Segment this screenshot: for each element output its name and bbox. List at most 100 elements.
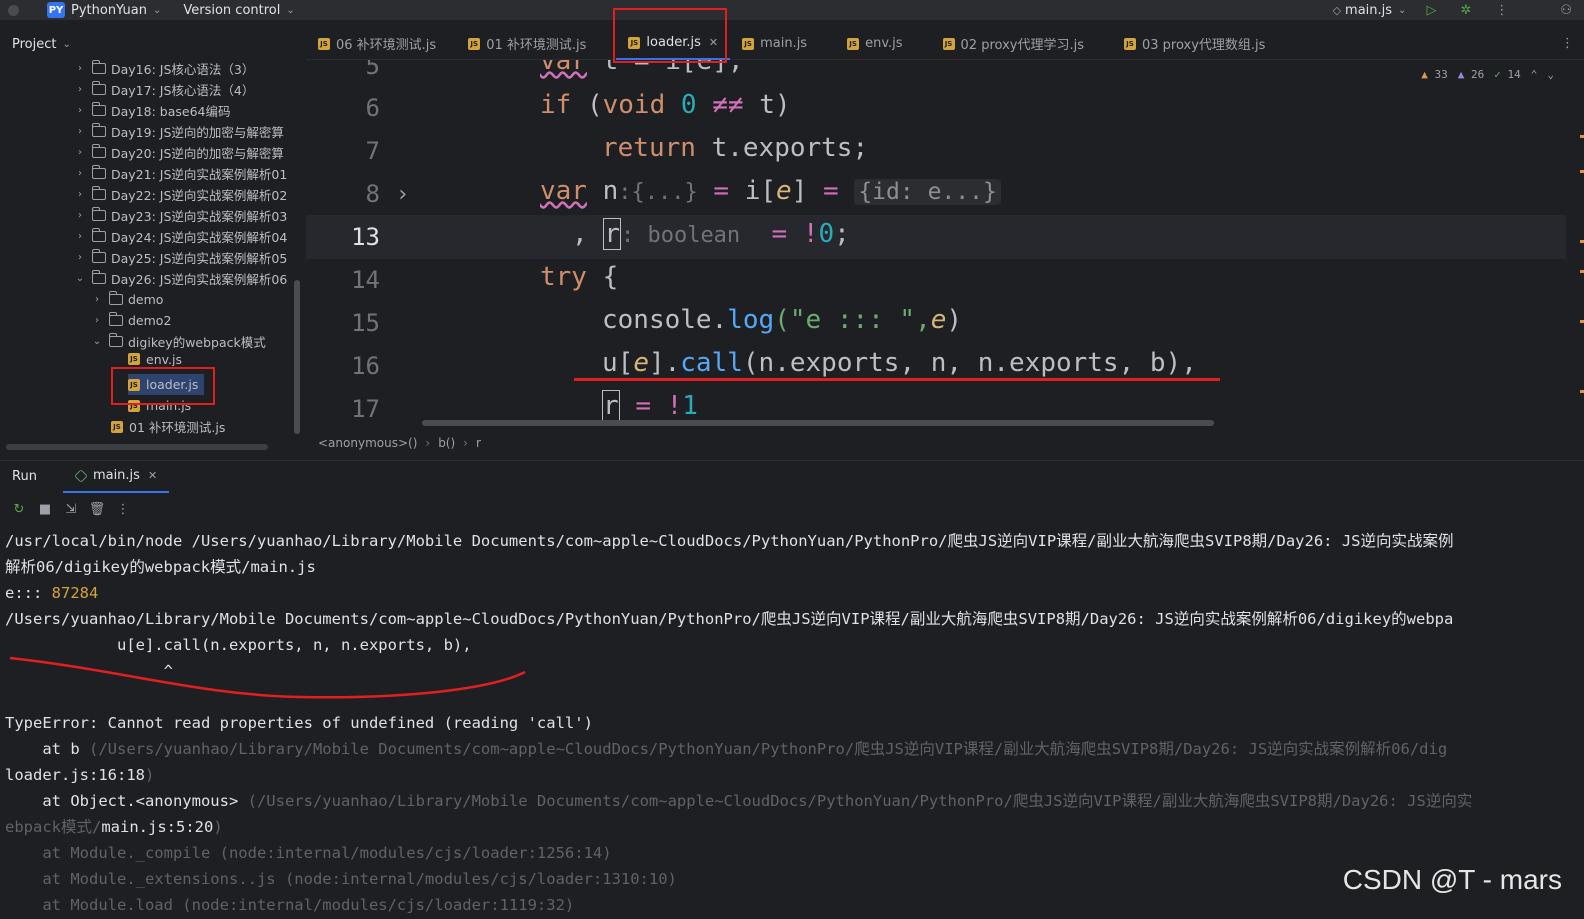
stripe-mark[interactable] bbox=[1580, 270, 1584, 273]
tree-folder[interactable]: › Day23: JS逆向实战案例解析03 bbox=[74, 205, 287, 226]
tree-folder[interactable]: › Day21: JS逆向实战案例解析01 bbox=[74, 163, 287, 184]
tree-folder[interactable]: › Day18: base64编码 bbox=[74, 100, 230, 121]
tab-label: env.js bbox=[865, 36, 903, 51]
ok-count[interactable]: ✓ 14 bbox=[1494, 68, 1521, 81]
chevron-right-icon[interactable]: › bbox=[74, 84, 86, 95]
sidebar-horizontal-scrollbar[interactable] bbox=[6, 444, 268, 450]
line-number: 7 bbox=[365, 137, 380, 165]
chevron-right-icon[interactable]: › bbox=[74, 126, 86, 137]
rerun-icon[interactable]: ↻ bbox=[6, 502, 32, 517]
run-tab-main-js[interactable]: main.js ✕ bbox=[62, 461, 170, 493]
tab-03-proxy[interactable]: JS 03 proxy代理数组.js bbox=[1112, 28, 1277, 60]
code-token: r bbox=[602, 390, 620, 422]
tree-folder[interactable]: › Day25: JS逆向实战案例解析05 bbox=[74, 247, 287, 268]
chevron-right-icon[interactable]: › bbox=[74, 63, 86, 74]
sidebar-scrollbar[interactable] bbox=[294, 280, 300, 434]
console-text: at b bbox=[5, 740, 89, 758]
tab-01-env-test[interactable]: JS 01 补环境测试.js bbox=[456, 28, 598, 60]
folder-icon bbox=[91, 81, 106, 95]
tree-label: Day22: JS逆向实战案例解析02 bbox=[111, 188, 288, 203]
trash-icon[interactable]: 🗑 bbox=[84, 502, 110, 517]
tree-folder-expanded[interactable]: ⌄ digikey的webpack模式 bbox=[91, 331, 266, 352]
chevron-right-icon[interactable]: › bbox=[74, 252, 86, 263]
chevron-down-icon[interactable]: ⌄ bbox=[286, 5, 294, 16]
version-control-menu[interactable]: Version control bbox=[183, 3, 280, 18]
tree-folder[interactable]: › Day19: JS逆向的加密与解密算 bbox=[74, 121, 284, 142]
tree-file[interactable]: JS 01 补环境测试.js bbox=[111, 416, 225, 437]
more-icon[interactable]: ⋮ bbox=[110, 502, 136, 517]
tab-06-env-test[interactable]: JS 06 补环境测试.js bbox=[306, 28, 448, 60]
chevron-right-icon[interactable]: › bbox=[74, 168, 86, 179]
more-icon[interactable]: ⋮ bbox=[1495, 3, 1508, 18]
debug-icon[interactable]: ✲ bbox=[1460, 3, 1471, 18]
tree-folder[interactable]: › demo bbox=[91, 289, 163, 310]
tree-folder[interactable]: › Day16: JS核心语法（3） bbox=[74, 58, 254, 79]
line-number: 17 bbox=[351, 395, 380, 423]
editor-horizontal-scrollbar[interactable] bbox=[422, 420, 1214, 426]
console-output[interactable]: /usr/local/bin/node /Users/yuanhao/Libra… bbox=[0, 528, 1584, 919]
folded-object-hint[interactable]: {id: e...} bbox=[854, 179, 1001, 205]
add-user-icon[interactable]: ⚇ bbox=[1560, 3, 1572, 18]
stop-icon[interactable]: ■ bbox=[32, 502, 58, 517]
run-config-selector[interactable]: main.js bbox=[1345, 3, 1392, 18]
window-control-icon[interactable] bbox=[8, 4, 19, 16]
stripe-mark[interactable] bbox=[1580, 320, 1584, 323]
chevron-right-icon[interactable]: › bbox=[74, 189, 86, 200]
chevron-down-icon[interactable]: ⌄ bbox=[91, 336, 103, 347]
project-switcher[interactable]: PythonYuan bbox=[71, 3, 147, 18]
project-panel-header[interactable]: Project ⌄ bbox=[0, 30, 306, 58]
console-line: e::: 87284 bbox=[5, 580, 98, 606]
tab-02-proxy[interactable]: JS 02 proxy代理学习.js bbox=[931, 28, 1096, 60]
chevron-right-icon[interactable]: › bbox=[74, 231, 86, 242]
chevron-down-icon[interactable]: ⌄ bbox=[1398, 5, 1406, 16]
error-stripe[interactable] bbox=[1578, 90, 1584, 420]
breadcrumb-item[interactable]: b() bbox=[438, 436, 455, 450]
tree-label: Day24: JS逆向实战案例解析04 bbox=[111, 230, 288, 245]
tree-folder[interactable]: › Day22: JS逆向实战案例解析02 bbox=[74, 184, 287, 205]
chevron-down-icon[interactable]: ⌄ bbox=[62, 39, 70, 50]
chevron-down-icon[interactable]: ⌄ bbox=[1547, 68, 1554, 81]
stack-file-link[interactable]: loader.js:16:18 bbox=[5, 766, 145, 784]
project-panel-title[interactable]: Project bbox=[12, 37, 56, 52]
chevron-up-icon[interactable]: ⌃ bbox=[1531, 68, 1538, 81]
breadcrumb-item[interactable]: <anonymous>() bbox=[318, 436, 417, 450]
breadcrumb-item[interactable]: r bbox=[476, 436, 481, 450]
tree-file[interactable]: JS env.js bbox=[128, 352, 182, 366]
js-file-icon: JS bbox=[847, 37, 860, 50]
tree-label: Day16: JS核心语法（3） bbox=[111, 62, 255, 77]
stripe-mark[interactable] bbox=[1580, 240, 1584, 243]
warnings-count[interactable]: ▲ 33 bbox=[1421, 68, 1448, 81]
tree-folder-expanded[interactable]: ⌄ Day26: JS逆向实战案例解析06 bbox=[74, 268, 287, 289]
stack-path-link[interactable]: (/Users/yuanhao/Library/Mobile Documents… bbox=[248, 792, 1473, 810]
chevron-right-icon[interactable]: › bbox=[91, 294, 103, 305]
chevron-down-icon[interactable]: ⌄ bbox=[74, 273, 86, 284]
stack-path-link[interactable]: (/Users/yuanhao/Library/Mobile Documents… bbox=[89, 740, 1447, 758]
stripe-mark[interactable] bbox=[1580, 135, 1584, 138]
run-toolbar: ↻ ■ ⇲ 🗑 ⋮ bbox=[0, 498, 1584, 520]
tree-folder[interactable]: › demo2 bbox=[91, 310, 171, 331]
stack-file-link[interactable]: main.js:5:20 bbox=[101, 818, 213, 836]
tab-main-js[interactable]: JS main.js bbox=[730, 28, 819, 60]
chevron-right-icon[interactable]: › bbox=[74, 147, 86, 158]
chevron-right-icon[interactable]: › bbox=[91, 315, 103, 326]
annotation-box bbox=[613, 8, 727, 63]
stripe-mark[interactable] bbox=[1580, 390, 1584, 393]
run-icon[interactable]: ▷ bbox=[1426, 3, 1436, 18]
weak-warnings-count[interactable]: ▲ 26 bbox=[1458, 68, 1485, 81]
chevron-right-icon[interactable]: › bbox=[74, 210, 86, 221]
more-tabs-icon[interactable]: ⋮ bbox=[1561, 36, 1574, 51]
folder-icon bbox=[91, 270, 106, 284]
tree-folder[interactable]: › Day24: JS逆向实战案例解析04 bbox=[74, 226, 287, 247]
close-icon[interactable]: ✕ bbox=[148, 469, 157, 482]
code-editor[interactable]: 5 6 7 8 › 13 14 15 16 17 var t = i[e]; i… bbox=[306, 60, 1584, 432]
fold-chevron-icon[interactable]: › bbox=[396, 182, 409, 207]
run-panel-title[interactable]: Run bbox=[12, 469, 37, 484]
stripe-mark[interactable] bbox=[1580, 170, 1584, 173]
chevron-right-icon[interactable]: › bbox=[74, 105, 86, 116]
inspection-widget[interactable]: ▲ 33 ▲ 26 ✓ 14 ⌃ ⌄ bbox=[1421, 68, 1554, 81]
chevron-down-icon[interactable]: ⌄ bbox=[153, 5, 161, 16]
scroll-to-end-icon[interactable]: ⇲ bbox=[58, 502, 84, 517]
tree-folder[interactable]: › Day20: JS逆向的加密与解密算 bbox=[74, 142, 284, 163]
tree-folder[interactable]: › Day17: JS核心语法（4） bbox=[74, 79, 254, 100]
tab-env-js[interactable]: JS env.js bbox=[835, 28, 914, 60]
